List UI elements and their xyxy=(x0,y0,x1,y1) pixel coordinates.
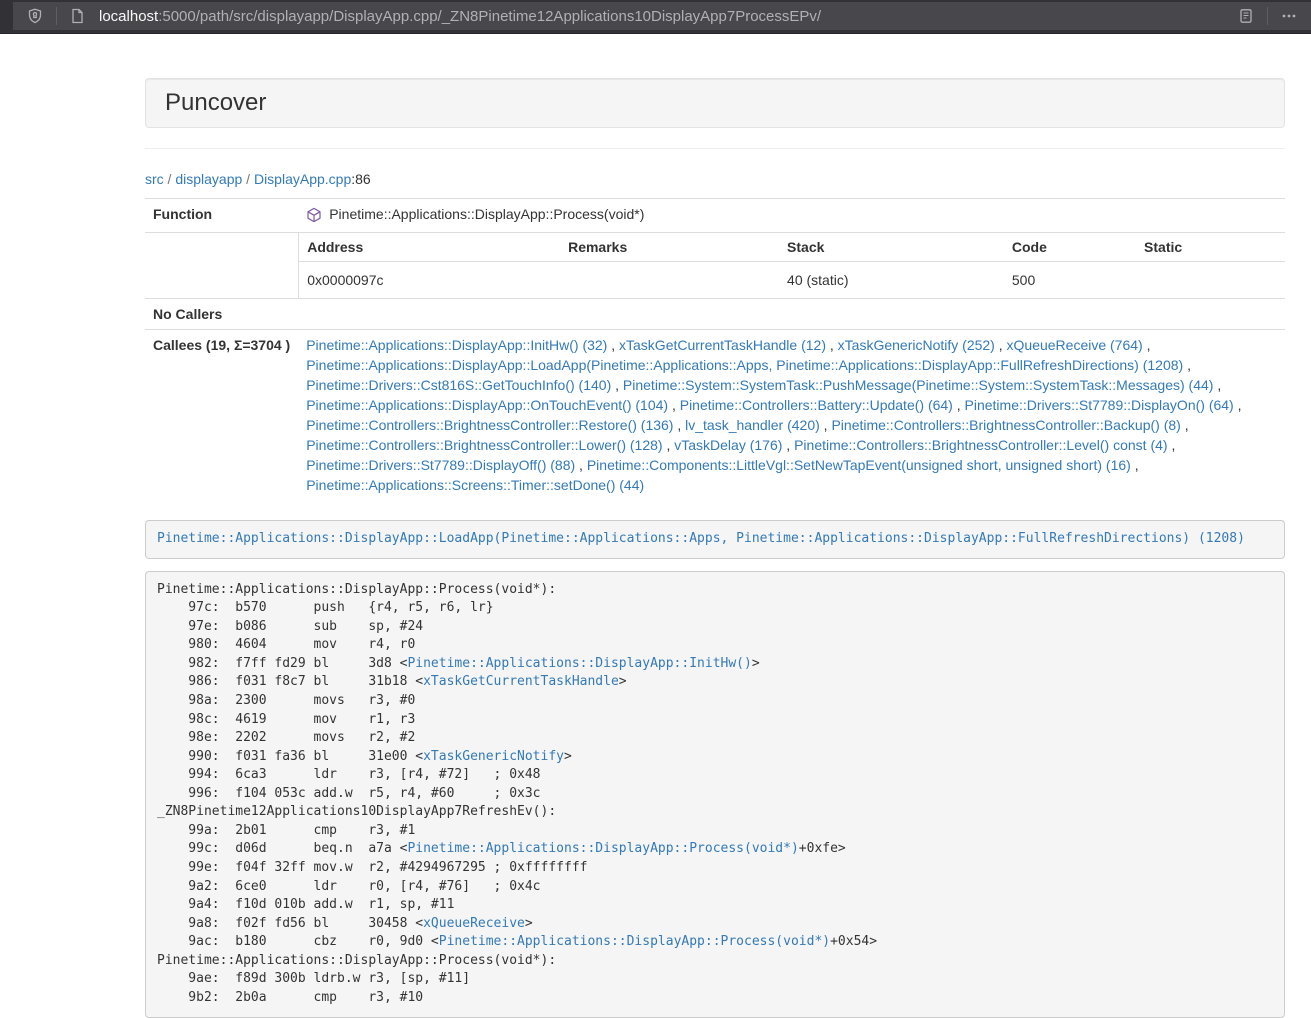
callee-separator: , xyxy=(663,437,675,453)
col-header-stack: Stack xyxy=(779,233,1004,262)
callees-label: Callees (19, Σ=3704 ) xyxy=(145,330,298,501)
callee-separator: , xyxy=(673,417,685,433)
remarks-value xyxy=(560,262,779,299)
shield-icon[interactable] xyxy=(21,8,49,24)
function-info-table: Function Pinetime::Applications::Display… xyxy=(145,198,1285,500)
breadcrumb-link[interactable]: src xyxy=(145,171,164,187)
callee-link[interactable]: Pinetime::Applications::DisplayApp::Init… xyxy=(306,337,607,353)
metrics-header-row: Address Remarks Stack Code Static xyxy=(299,233,1285,262)
url-bar[interactable]: localhost:5000/path/src/displayapp/Displ… xyxy=(13,2,1311,30)
callee-link[interactable]: Pinetime::Controllers::BrightnessControl… xyxy=(831,417,1180,433)
page-title: Puncover xyxy=(165,90,1265,116)
callee-separator: , xyxy=(1213,377,1221,393)
metrics-value-row: 0x0000097c 40 (static) 500 xyxy=(299,262,1285,299)
callee-separator: , xyxy=(995,337,1007,353)
callee-link[interactable]: Pinetime::Controllers::Battery::Update()… xyxy=(680,397,953,413)
callees-list: Pinetime::Applications::DisplayApp::Init… xyxy=(306,335,1277,495)
disassembly-symbol-link[interactable]: Pinetime::Applications::DisplayApp::Init… xyxy=(407,656,751,671)
breadcrumb-separator: / xyxy=(242,171,254,187)
address-value: 0x0000097c xyxy=(299,262,560,299)
code-value: 500 xyxy=(1004,262,1136,299)
col-header-remarks: Remarks xyxy=(560,233,779,262)
stack-value: 40 (static) xyxy=(779,262,1004,299)
callee-separator: , xyxy=(953,397,965,413)
disassembly-symbol-link[interactable]: Pinetime::Applications::DisplayApp::Proc… xyxy=(439,934,830,949)
function-name: Pinetime::Applications::DisplayApp::Proc… xyxy=(329,204,644,224)
no-callers-label: No Callers xyxy=(145,299,298,330)
breadcrumb-link[interactable]: DisplayApp.cpp xyxy=(254,171,351,187)
page-icon[interactable] xyxy=(64,8,91,24)
callee-link[interactable]: vTaskDelay (176) xyxy=(674,437,782,453)
callee-link[interactable]: xTaskGetCurrentTaskHandle (12) xyxy=(619,337,826,353)
callee-separator: , xyxy=(826,337,838,353)
metrics-table: Address Remarks Stack Code Static 0x0000… xyxy=(298,233,1285,298)
col-header-static: Static xyxy=(1136,233,1285,262)
disassembly-symbol-link[interactable]: xTaskGetCurrentTaskHandle xyxy=(423,674,619,689)
browser-toolbar: localhost:5000/path/src/displayapp/Displ… xyxy=(0,0,1311,34)
col-header-address: Address xyxy=(299,233,560,262)
highlighted-symbol-link[interactable]: Pinetime::Applications::DisplayApp::Load… xyxy=(157,531,1245,546)
callee-link[interactable]: lv_task_handler (420) xyxy=(685,417,820,433)
callee-link[interactable]: Pinetime::Drivers::St7789::DisplayOff() … xyxy=(306,457,575,473)
callees-row: Callees (19, Σ=3704 ) Pinetime::Applicat… xyxy=(145,330,1285,501)
callee-separator: , xyxy=(1143,337,1151,353)
callee-separator: , xyxy=(607,337,619,353)
callee-link[interactable]: Pinetime::System::SystemTask::PushMessag… xyxy=(623,377,1214,393)
breadcrumb-link[interactable]: displayapp xyxy=(175,171,242,187)
callee-link[interactable]: Pinetime::Controllers::BrightnessControl… xyxy=(794,437,1167,453)
callee-link[interactable]: Pinetime::Controllers::BrightnessControl… xyxy=(306,417,673,433)
static-value xyxy=(1136,262,1285,299)
callee-separator: , xyxy=(1183,357,1191,373)
page-container: Puncover src / displayapp / DisplayApp.c… xyxy=(130,34,1300,1018)
callee-link[interactable]: xTaskGenericNotify (252) xyxy=(838,337,995,353)
header-divider xyxy=(145,148,1285,149)
metrics-row: Address Remarks Stack Code Static 0x0000… xyxy=(145,233,1285,299)
callee-separator: , xyxy=(1181,417,1189,433)
callee-link[interactable]: Pinetime::Components::LittleVgl::SetNewT… xyxy=(587,457,1131,473)
callee-separator: , xyxy=(782,437,794,453)
callee-separator: , xyxy=(575,457,587,473)
function-symbol-icon xyxy=(306,207,322,223)
disassembly: Pinetime::Applications::DisplayApp::Proc… xyxy=(145,571,1285,1018)
reader-mode-icon[interactable] xyxy=(1232,8,1260,24)
disassembly-symbol-link[interactable]: xTaskGenericNotify xyxy=(423,749,564,764)
callee-link[interactable]: Pinetime::Applications::Screens::Timer::… xyxy=(306,477,644,493)
urlbar-divider xyxy=(56,7,57,25)
callee-link[interactable]: Pinetime::Controllers::BrightnessControl… xyxy=(306,437,662,453)
function-row: Function Pinetime::Applications::Display… xyxy=(145,199,1285,233)
app-header: Puncover xyxy=(145,78,1285,128)
callee-separator: , xyxy=(611,377,623,393)
url-path: :5000/path/src/displayapp/DisplayApp.cpp… xyxy=(158,8,821,25)
callee-separator: , xyxy=(1234,397,1242,413)
url-host: localhost xyxy=(99,8,158,25)
callee-link[interactable]: Pinetime::Applications::DisplayApp::OnTo… xyxy=(306,397,668,413)
callee-link[interactable]: xQueueReceive (764) xyxy=(1007,337,1143,353)
callee-separator: , xyxy=(1131,457,1139,473)
highlighted-symbol-block: Pinetime::Applications::DisplayApp::Load… xyxy=(145,520,1285,559)
callee-separator: , xyxy=(1168,437,1176,453)
breadcrumb-line-number: :86 xyxy=(351,171,370,187)
url-text[interactable]: localhost:5000/path/src/displayapp/Displ… xyxy=(99,8,1232,25)
disassembly-symbol-link[interactable]: Pinetime::Applications::DisplayApp::Proc… xyxy=(407,841,798,856)
callee-link[interactable]: Pinetime::Applications::DisplayApp::Load… xyxy=(306,357,1183,373)
disassembly-symbol-link[interactable]: xQueueReceive xyxy=(423,916,525,931)
menu-icon[interactable] xyxy=(1275,8,1303,24)
no-callers-row: No Callers xyxy=(145,299,1285,330)
breadcrumb: src / displayapp / DisplayApp.cpp:86 xyxy=(145,169,1285,189)
function-label: Function xyxy=(145,199,298,233)
callee-separator: , xyxy=(668,397,680,413)
col-header-code: Code xyxy=(1004,233,1136,262)
callee-separator: , xyxy=(820,417,832,433)
callee-link[interactable]: Pinetime::Drivers::Cst816S::GetTouchInfo… xyxy=(306,377,611,393)
callee-link[interactable]: Pinetime::Drivers::St7789::DisplayOn() (… xyxy=(965,397,1234,413)
breadcrumb-separator: / xyxy=(164,171,176,187)
urlbar-divider-right xyxy=(1267,7,1268,25)
